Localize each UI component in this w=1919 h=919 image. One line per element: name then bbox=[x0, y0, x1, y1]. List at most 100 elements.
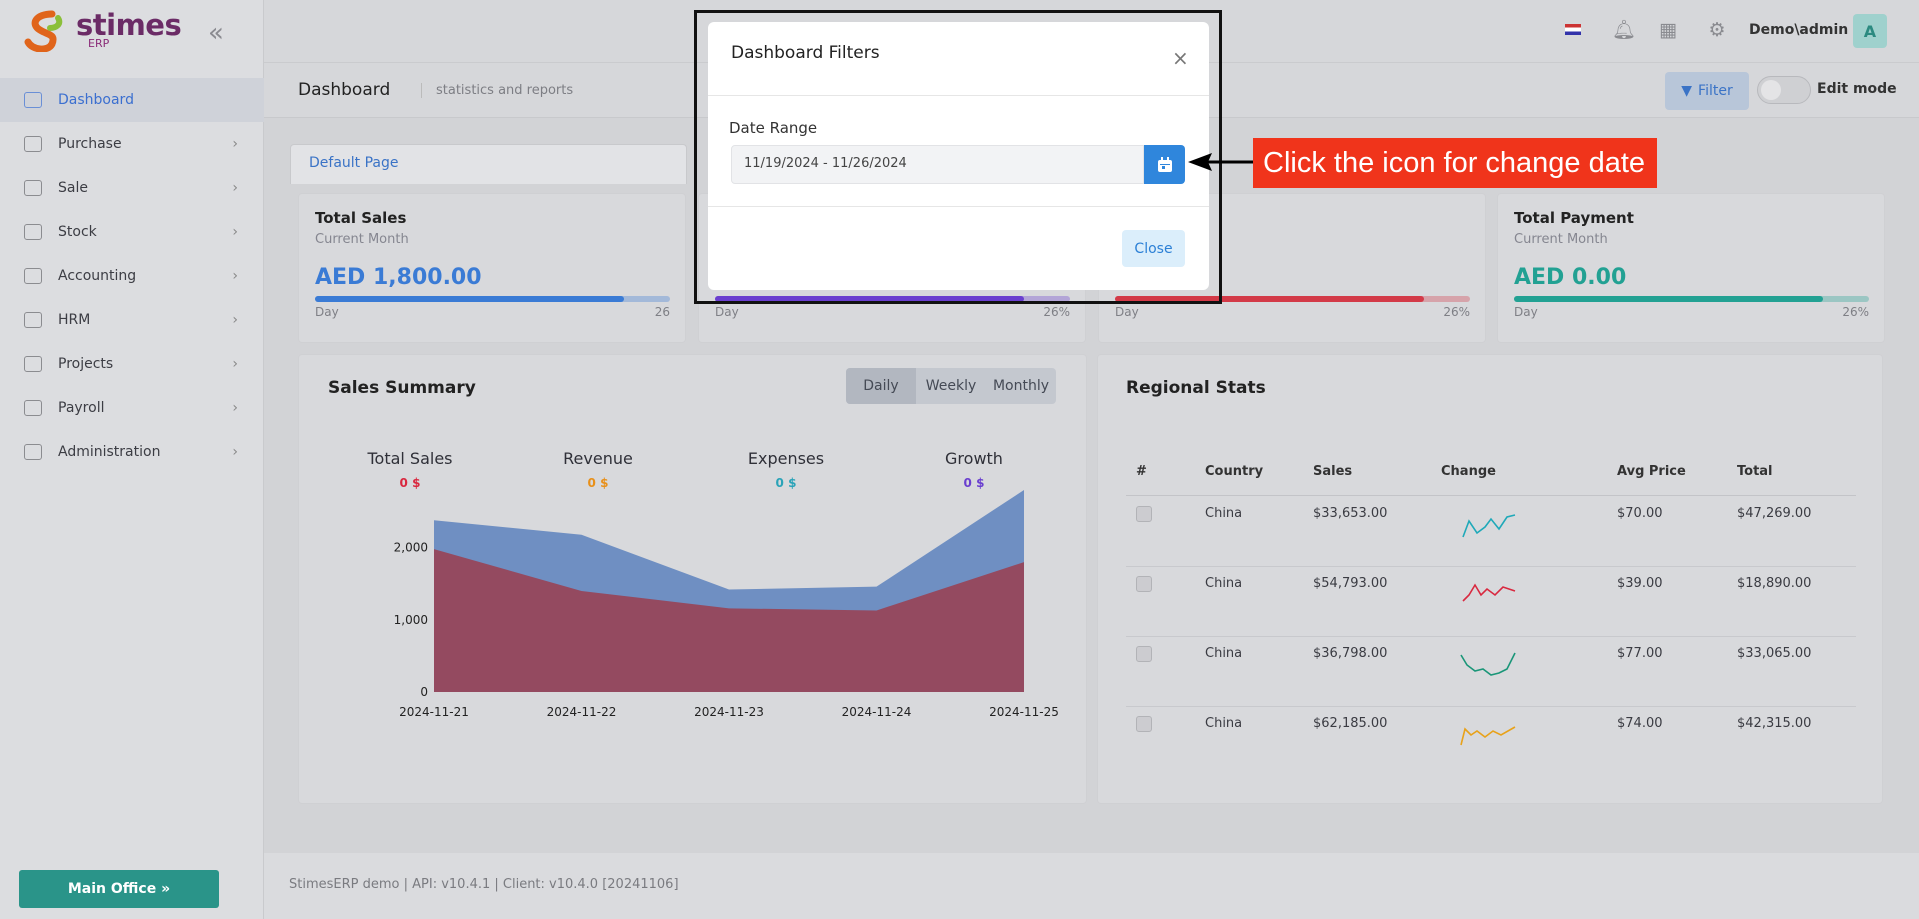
row-checkbox[interactable] bbox=[1136, 506, 1152, 522]
progress-bar bbox=[315, 296, 670, 302]
period-daily-button[interactable]: Daily bbox=[846, 368, 916, 404]
payroll-icon bbox=[24, 400, 42, 416]
total-cell: $42,315.00 bbox=[1737, 716, 1812, 731]
building-icon[interactable]: ▦ bbox=[1658, 20, 1678, 40]
dashboard-icon bbox=[24, 92, 42, 108]
avg-price-cell: $77.00 bbox=[1617, 646, 1663, 661]
close-button[interactable]: Close bbox=[1122, 230, 1185, 267]
avg-price-cell: $74.00 bbox=[1617, 716, 1663, 731]
sparkline-line bbox=[1460, 652, 1516, 676]
sidebar-item-projects[interactable]: Projects › bbox=[0, 342, 264, 386]
accounting-icon bbox=[24, 268, 42, 284]
main-office-button[interactable]: Main Office » bbox=[19, 870, 219, 908]
annotation-callout: Click the icon for change date bbox=[1253, 138, 1657, 188]
sidebar-item-label: HRM bbox=[58, 312, 91, 328]
row-checkbox[interactable] bbox=[1136, 716, 1152, 732]
sidebar-item-purchase[interactable]: Purchase › bbox=[0, 122, 264, 166]
row-checkbox[interactable] bbox=[1136, 646, 1152, 662]
arrow-icon bbox=[1188, 153, 1254, 171]
chevron-right-icon: › bbox=[232, 312, 238, 328]
avg-price-cell: $70.00 bbox=[1617, 506, 1663, 521]
total-cell: $47,269.00 bbox=[1737, 506, 1812, 521]
sales-area-chart: 0 1,000 2,000 2024-11-21 2024-11-22 2024-11-2… bbox=[394, 490, 1059, 719]
stat-day-label: Day bbox=[315, 305, 339, 319]
x-tick-label: 2024-11-21 bbox=[399, 705, 469, 719]
page-subtitle: statistics and reports bbox=[421, 83, 573, 98]
filter-button[interactable]: ▼ Filter bbox=[1665, 72, 1749, 110]
flag-icon[interactable] bbox=[1565, 24, 1581, 35]
sidebar-item-accounting[interactable]: Accounting › bbox=[0, 254, 264, 298]
stat-subtitle: Current Month bbox=[1514, 232, 1608, 247]
sidebar-item-stock[interactable]: Stock › bbox=[0, 210, 264, 254]
country-cell: China bbox=[1205, 716, 1243, 731]
sparkline bbox=[1460, 652, 1516, 676]
avatar[interactable]: A bbox=[1853, 14, 1887, 48]
country-cell: China bbox=[1205, 646, 1243, 661]
close-icon[interactable]: × bbox=[1172, 46, 1189, 70]
purchase-icon bbox=[24, 136, 42, 152]
row-checkbox[interactable] bbox=[1136, 576, 1152, 592]
regional-stats-title: Regional Stats bbox=[1126, 378, 1266, 398]
metric-label: Expenses bbox=[747, 449, 825, 468]
stat-day-count: 26 bbox=[654, 305, 670, 319]
stat-day-label: Day bbox=[1514, 305, 1538, 319]
column-header: Country bbox=[1205, 464, 1264, 479]
x-tick-label: 2024-11-24 bbox=[842, 705, 912, 719]
sales-cell: $33,653.00 bbox=[1313, 506, 1388, 521]
page-title: Dashboard bbox=[298, 80, 391, 100]
x-tick-label: 2024-11-25 bbox=[989, 705, 1059, 719]
sale-icon bbox=[24, 180, 42, 196]
footer-text: StimesERP demo | API: v10.4.1 | Client: … bbox=[289, 877, 679, 892]
column-header: # bbox=[1136, 464, 1147, 479]
period-monthly-button[interactable]: Monthly bbox=[986, 368, 1056, 404]
column-header: Avg Price bbox=[1617, 464, 1686, 479]
stat-day-count: 26% bbox=[1443, 305, 1470, 319]
sidebar-item-payroll[interactable]: Payroll › bbox=[0, 386, 264, 430]
sparkline-line bbox=[1462, 583, 1516, 602]
stock-icon bbox=[24, 224, 42, 240]
bell-icon[interactable]: 🔔︎ bbox=[1612, 20, 1636, 40]
sidebar-item-label: Sale bbox=[58, 180, 88, 196]
country-cell: China bbox=[1205, 576, 1243, 591]
stat-title: Total Sales bbox=[315, 209, 407, 227]
chevron-right-icon: › bbox=[232, 268, 238, 284]
tab-default-page[interactable]: Default Page bbox=[290, 144, 687, 184]
gear-icon[interactable]: ⚙ bbox=[1707, 20, 1727, 40]
edit-mode-toggle[interactable] bbox=[1757, 76, 1811, 104]
sidebar-item-dashboard[interactable]: Dashboard bbox=[0, 78, 264, 122]
sidebar-item-sale[interactable]: Sale › bbox=[0, 166, 264, 210]
sidebar-item-label: Accounting bbox=[58, 268, 137, 284]
sales-cell: $54,793.00 bbox=[1313, 576, 1388, 591]
user-name[interactable]: Demo\admin bbox=[1749, 22, 1848, 38]
total-cell: $18,890.00 bbox=[1737, 576, 1812, 591]
administration-icon bbox=[24, 444, 42, 460]
y-tick-label: 2,000 bbox=[394, 541, 428, 555]
sidebar-item-label: Administration bbox=[58, 444, 161, 460]
chevron-right-icon: › bbox=[232, 136, 238, 152]
sparkline bbox=[1462, 583, 1516, 602]
sales-cell: $36,798.00 bbox=[1313, 646, 1388, 661]
chevron-right-icon: › bbox=[232, 444, 238, 460]
sales-summary-title: Sales Summary bbox=[328, 378, 476, 398]
metric-value: 0 $ bbox=[399, 476, 421, 490]
sidebar-item-administration[interactable]: Administration › bbox=[0, 430, 264, 474]
logo-icon bbox=[24, 10, 63, 52]
column-header: Sales bbox=[1313, 464, 1353, 479]
chevron-right-icon: › bbox=[232, 400, 238, 416]
calendar-button[interactable] bbox=[1144, 145, 1185, 184]
sidebar-item-label: Purchase bbox=[58, 136, 122, 152]
sidebar-item-label: Stock bbox=[58, 224, 97, 240]
chevron-right-icon: › bbox=[232, 224, 238, 240]
projects-icon bbox=[24, 356, 42, 372]
collapse-sidebar-icon[interactable]: « bbox=[208, 18, 224, 48]
progress-fill bbox=[1514, 296, 1823, 302]
period-weekly-button[interactable]: Weekly bbox=[916, 368, 986, 404]
stat-value: AED 1,800.00 bbox=[315, 265, 482, 290]
date-range-input[interactable]: 11/19/2024 - 11/26/2024 bbox=[731, 145, 1144, 184]
sparkline-line bbox=[1462, 514, 1516, 538]
sidebar-item-hrm[interactable]: HRM › bbox=[0, 298, 264, 342]
column-header: Change bbox=[1441, 464, 1496, 479]
modal-title: Dashboard Filters bbox=[731, 43, 880, 63]
stat-day-count: 26% bbox=[1043, 305, 1070, 319]
logo-subtext: ERP bbox=[88, 37, 110, 50]
